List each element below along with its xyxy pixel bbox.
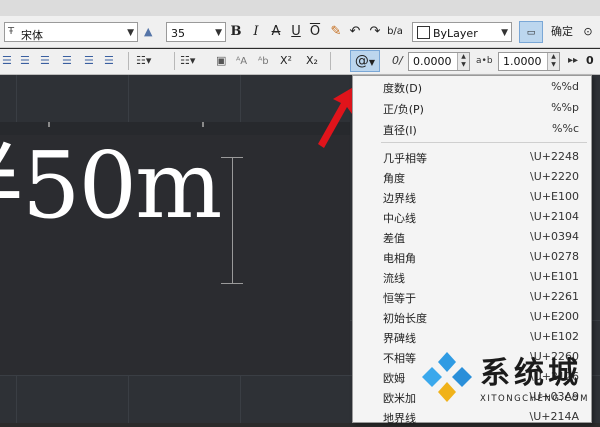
align-left-icon[interactable]: ☰ <box>2 52 12 70</box>
separator <box>174 52 175 70</box>
font-name-select[interactable]: Ŧ 宋体 ▼ <box>4 22 138 42</box>
chevron-down-icon: ▼ <box>215 28 222 38</box>
symbol-menu-item[interactable]: 直径(I) %%c <box>353 118 591 139</box>
oblique-angle-icon: 0/ <box>392 54 403 67</box>
chevron-down-icon: ▼ <box>368 58 376 67</box>
stack-icon[interactable]: b/a <box>386 21 404 43</box>
symbol-menu-item[interactable]: 初始长度 \U+E200 <box>353 306 591 327</box>
italic-button[interactable]: I <box>248 21 264 43</box>
mtext-value: 50m <box>22 132 222 239</box>
underline-button[interactable]: U <box>288 21 304 43</box>
align-right-icon[interactable]: ☰ <box>40 52 50 70</box>
uppercase-icon[interactable]: ᴬA <box>236 53 247 71</box>
font-size-select[interactable]: 35 ▼ <box>166 22 226 42</box>
chevron-down-icon: ▼ <box>501 28 508 38</box>
windows-logo-icon <box>422 352 472 402</box>
mtext-content[interactable]: 半50m <box>0 140 222 232</box>
justify-icon[interactable]: ☰ <box>62 52 72 70</box>
subscript-icon[interactable]: X₂ <box>306 52 318 70</box>
superscript-icon[interactable]: X² <box>280 52 292 70</box>
spin-arrows-icon[interactable]: ▲ ▼ <box>547 53 559 70</box>
tracking-value: 1.0000 <box>503 55 542 68</box>
ruler-toggle-icon[interactable]: ▭ <box>519 21 543 43</box>
truetype-font-icon: Ŧ <box>8 26 15 37</box>
menu-separator <box>381 142 587 143</box>
text-cursor <box>232 157 233 283</box>
symbol-menu-item[interactable]: 度数(D) %%d <box>353 76 591 97</box>
align-center-icon[interactable]: ☰ <box>20 52 30 70</box>
symbol-menu-button[interactable]: @▼ <box>350 50 380 72</box>
insert-field-icon[interactable]: ▣ <box>216 52 226 70</box>
symbol-menu-item[interactable]: 电相角 \U+0278 <box>353 246 591 267</box>
numbering-icon[interactable]: ☷▾ <box>180 52 195 70</box>
spin-arrows-icon[interactable]: ▲ ▼ <box>457 53 469 70</box>
chevron-down-icon: ▼ <box>127 28 134 38</box>
window-top-strip <box>0 0 600 16</box>
watermark-title: 系统城 <box>480 356 582 391</box>
at-symbol-icon: @ <box>354 53 369 69</box>
line-spacing-icon[interactable]: ☷▾ <box>136 52 151 70</box>
text-format-toolbar: Ŧ 宋体 ▼ ▲ 35 ▼ B I A U O ✎ ↶ ↷ b/a ByLaye… <box>0 16 600 48</box>
strikethrough-button[interactable]: A <box>268 21 284 43</box>
watermark-url: XITONGCHENG.COM <box>480 394 589 404</box>
annotative-icon[interactable]: ▲ <box>144 23 152 41</box>
tracking-icon: a•b <box>476 56 493 66</box>
oblique-angle-value: 0.0000 <box>413 55 452 68</box>
separator <box>128 52 129 70</box>
overline-button[interactable]: O <box>307 21 323 43</box>
font-size-value: 35 <box>171 27 185 40</box>
symbol-menu-item[interactable]: 几乎相等 \U+2248 <box>353 146 591 167</box>
distribute-icon[interactable]: ☰ <box>84 52 94 70</box>
paragraph-toolbar: ☰ ☰ ☰ ☰ ☰ ☰ ☷▾ ☷▾ ▣ ᴬA ᴬb X² X₂ @▼ 0/ 0.… <box>0 49 600 75</box>
text-cursor-cap-bottom <box>221 283 243 284</box>
redo-icon[interactable]: ↷ <box>366 21 384 43</box>
font-name-value: 宋体 <box>21 29 43 42</box>
lowercase-icon[interactable]: ᴬb <box>258 53 269 71</box>
symbol-menu-item[interactable]: 差值 \U+0394 <box>353 226 591 247</box>
ruler-tick <box>48 122 50 127</box>
site-watermark: 系统城 XITONGCHENG.COM <box>418 344 598 420</box>
tracking-spinner[interactable]: 1.0000 ▲ ▼ <box>498 52 560 71</box>
symbol-menu-item[interactable]: 中心线 \U+2104 <box>353 206 591 227</box>
separator <box>330 52 331 70</box>
width-factor-icon: ▸▸ <box>568 55 579 66</box>
color-select[interactable]: ByLayer ▼ <box>412 22 512 42</box>
options-icon[interactable]: ⊙ <box>580 21 596 43</box>
undo-icon[interactable]: ↶ <box>346 21 364 43</box>
align-extra-icon[interactable]: ☰ <box>104 52 114 70</box>
clipped-text-fragment: 半 <box>0 140 22 232</box>
width-factor-prefix: 0 <box>586 54 594 67</box>
symbol-menu-item[interactable]: 正/负(P) %%p <box>353 97 591 118</box>
symbol-menu-item[interactable]: 流线 \U+E101 <box>353 266 591 287</box>
match-properties-icon[interactable]: ✎ <box>327 21 345 43</box>
ok-button[interactable]: 确定 <box>546 21 578 43</box>
text-cursor-cap-top <box>221 157 243 158</box>
bold-button[interactable]: B <box>228 21 244 43</box>
symbol-menu-item[interactable]: 恒等于 \U+2261 <box>353 286 591 307</box>
oblique-angle-spinner[interactable]: 0.0000 ▲ ▼ <box>408 52 470 71</box>
ruler-tick <box>202 122 204 127</box>
symbol-menu-item[interactable]: 边界线 \U+E100 <box>353 186 591 207</box>
color-value: ByLayer <box>433 27 478 40</box>
color-swatch-icon <box>417 26 430 39</box>
symbol-menu-item[interactable]: 角度 \U+2220 <box>353 166 591 187</box>
